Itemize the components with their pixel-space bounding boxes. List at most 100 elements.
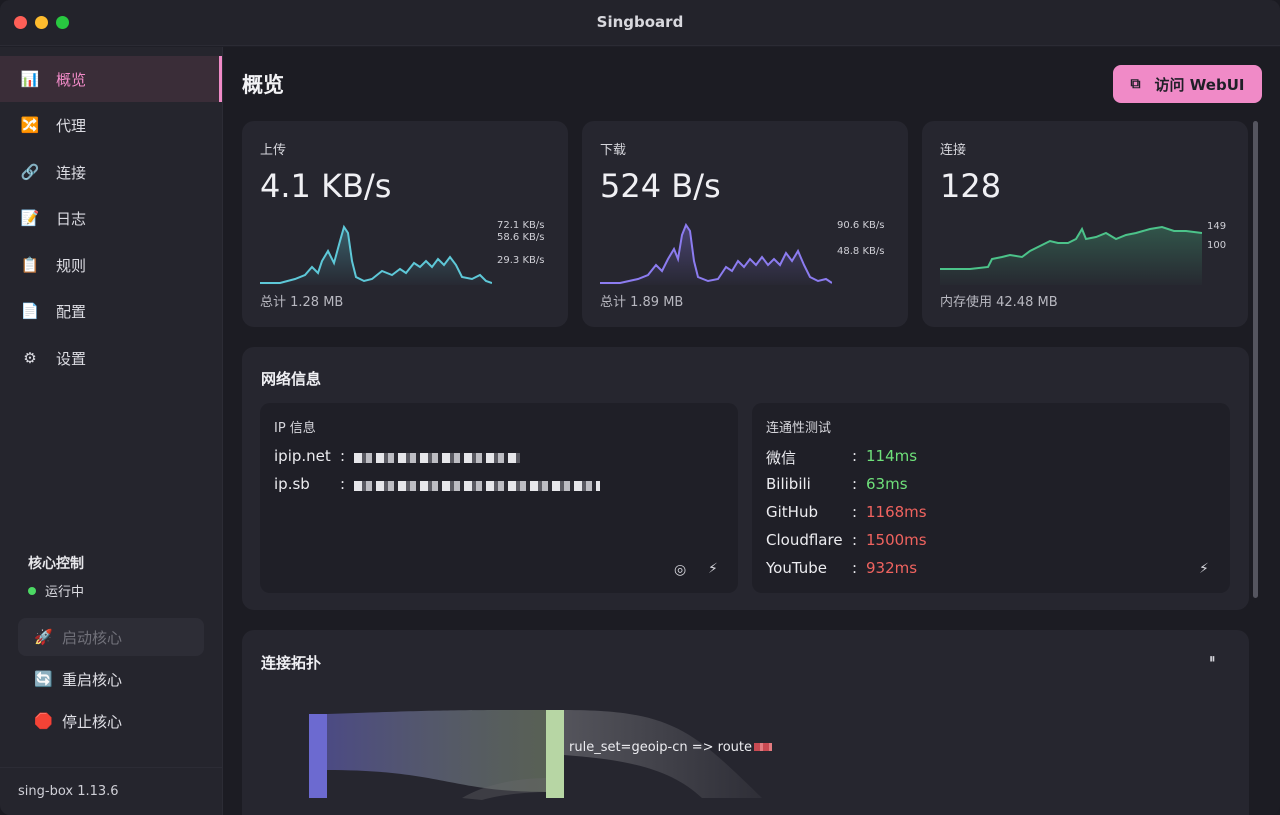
- ip-info-title: IP 信息: [274, 421, 316, 436]
- app-window: Singboard 📊 概览 🔀 代理 🔗 连接 📝 日志 📋 规则 📄 配置 …: [0, 0, 1280, 815]
- clipboard-icon: 📋: [20, 256, 40, 274]
- connectivity-latency: 1500ms: [866, 531, 927, 549]
- gear-icon: ⚙: [23, 349, 37, 367]
- rocket-icon: 🚀: [34, 628, 53, 646]
- download-card: 下载 524 B/s 90.6 KB/s 48.8 KB/s 总计 1.89 M…: [582, 121, 908, 327]
- download-total: 总计 1.89 MB: [600, 295, 684, 310]
- lightning-icon[interactable]: ⚡: [1199, 561, 1209, 577]
- topology-source-node: [309, 714, 327, 798]
- ip-row-key: ip.sb: [274, 475, 310, 493]
- connectivity-separator: :: [852, 503, 858, 521]
- sidebar-item-rules[interactable]: 📋 规则: [0, 242, 222, 288]
- link-icon: 🔗: [20, 163, 40, 181]
- upload-tick-max: 72.1 KB/s: [497, 220, 545, 231]
- sidebar-item-label: 连接: [56, 163, 87, 182]
- connectivity-separator: :: [852, 475, 858, 493]
- core-status: 运行中: [28, 581, 84, 600]
- topology-sankey: [309, 710, 762, 800]
- scrollbar[interactable]: [1253, 121, 1258, 598]
- memory-usage: 内存使用 42.48 MB: [940, 295, 1058, 310]
- download-sparkline: [600, 222, 832, 285]
- stop-core-label: 停止核心: [62, 712, 123, 731]
- sidebar-item-label: 代理: [56, 116, 87, 135]
- upload-sparkline: [260, 224, 492, 285]
- connectivity-separator: :: [852, 531, 858, 549]
- network-info-card: 网络信息 IP 信息 ipip.net : ip.sb : ◎ ⚡ 连通性测试 …: [242, 347, 1249, 610]
- status-dot-icon: [28, 586, 36, 595]
- connections-sparkline: [940, 225, 1202, 285]
- connectivity-separator: :: [852, 447, 858, 465]
- topology-rule-node: [546, 710, 564, 798]
- download-label: 下载: [600, 143, 627, 158]
- connectivity-panel: 连通性测试 微信 : 114ms Bilibili : 63ms GitHub …: [752, 403, 1230, 593]
- redacted-ip-value: [354, 453, 520, 463]
- sidebar-item-label: 概览: [56, 70, 87, 89]
- ip-row-separator: :: [340, 447, 346, 465]
- connectivity-name: GitHub: [766, 503, 818, 521]
- connections-label: 连接: [940, 143, 967, 158]
- upload-value: 4.1 KB/s: [260, 167, 392, 205]
- topology-node-label: rule_set=geoip-cn => route: [569, 740, 772, 755]
- redacted-ip-value: [354, 481, 600, 491]
- start-core-label: 启动核心: [62, 628, 123, 647]
- sidebar-item-label: 设置: [56, 349, 87, 368]
- upload-label: 上传: [260, 143, 287, 158]
- connectivity-name: 微信: [766, 449, 797, 467]
- core-status-label: 运行中: [45, 585, 85, 600]
- external-link-icon: ⧉: [1130, 76, 1141, 92]
- ip-info-panel: IP 信息 ipip.net : ip.sb : ◎ ⚡: [260, 403, 738, 593]
- stop-icon: 🛑: [34, 712, 53, 730]
- sidebar-item-logs[interactable]: 📝 日志: [0, 195, 222, 241]
- visit-webui-label: 访问 WebUI: [1154, 75, 1245, 94]
- upload-tick-mid: 58.6 KB/s: [497, 232, 545, 243]
- upload-tick-low: 29.3 KB/s: [497, 255, 545, 266]
- lightning-icon[interactable]: ⚡: [708, 561, 718, 577]
- sidebar-item-settings[interactable]: ⚙ 设置: [0, 335, 222, 381]
- topology-card: 连接拓扑 ⏸ rule_set=geoip-cn => route: [242, 630, 1249, 815]
- download-tick-mid: 48.8 KB/s: [837, 246, 885, 257]
- connections-card: 连接 128 149 100 内存使用 42.48 MB: [922, 121, 1248, 327]
- sidebar-item-label: 配置: [56, 302, 87, 321]
- shuffle-icon: 🔀: [20, 116, 40, 134]
- connectivity-name: Cloudflare: [766, 531, 843, 549]
- restart-core-button[interactable]: 🔄 重启核心: [18, 660, 204, 698]
- restart-core-label: 重启核心: [62, 670, 123, 689]
- sidebar: 📊 概览 🔀 代理 🔗 连接 📝 日志 📋 规则 📄 配置 ⚙ 设置 核心控制: [0, 47, 223, 815]
- connections-tick-min: 100: [1207, 240, 1227, 251]
- network-info-title: 网络信息: [261, 370, 322, 388]
- start-core-button[interactable]: 🚀 启动核心: [18, 618, 204, 656]
- connectivity-title: 连通性测试: [766, 421, 832, 436]
- upload-total: 总计 1.28 MB: [260, 295, 344, 310]
- connectivity-latency: 63ms: [866, 475, 908, 493]
- sidebar-item-overview[interactable]: 📊 概览: [0, 56, 222, 102]
- core-control-title: 核心控制: [28, 556, 84, 572]
- sidebar-item-proxy[interactable]: 🔀 代理: [0, 102, 222, 148]
- ip-row-separator: :: [340, 475, 346, 493]
- visit-webui-button[interactable]: ⧉ 访问 WebUI: [1113, 65, 1262, 103]
- connections-value: 128: [940, 167, 1002, 205]
- sidebar-item-connections[interactable]: 🔗 连接: [0, 149, 222, 195]
- stop-core-button[interactable]: 🛑 停止核心: [18, 702, 204, 740]
- ip-row-key: ipip.net: [274, 447, 331, 465]
- sidebar-item-label: 规则: [56, 256, 87, 275]
- page-title: 概览: [242, 73, 284, 97]
- download-tick-max: 90.6 KB/s: [837, 220, 885, 231]
- sidebar-item-config[interactable]: 📄 配置: [0, 288, 222, 334]
- upload-card: 上传 4.1 KB/s 72.1 KB/s 58.6 KB/s 29.3 KB/…: [242, 121, 568, 327]
- download-value: 524 B/s: [600, 167, 721, 205]
- document-icon: 📄: [20, 302, 40, 320]
- version-label: sing-box 1.13.6: [0, 767, 222, 815]
- eye-off-icon[interactable]: ◎: [674, 562, 686, 578]
- connections-tick-max: 149: [1207, 221, 1227, 232]
- sidebar-item-label: 日志: [56, 209, 87, 228]
- connectivity-latency: 114ms: [866, 447, 918, 465]
- topology-node-text: rule_set=geoip-cn => route: [569, 740, 752, 755]
- restart-icon: 🔄: [34, 670, 53, 688]
- connectivity-name: Bilibili: [766, 475, 811, 493]
- redacted-route-target: [754, 743, 772, 751]
- connectivity-latency: 1168ms: [866, 503, 927, 521]
- connectivity-separator: :: [852, 559, 858, 577]
- titlebar: Singboard: [0, 0, 1280, 46]
- bar-chart-icon: 📊: [20, 70, 40, 88]
- memo-icon: 📝: [20, 209, 40, 227]
